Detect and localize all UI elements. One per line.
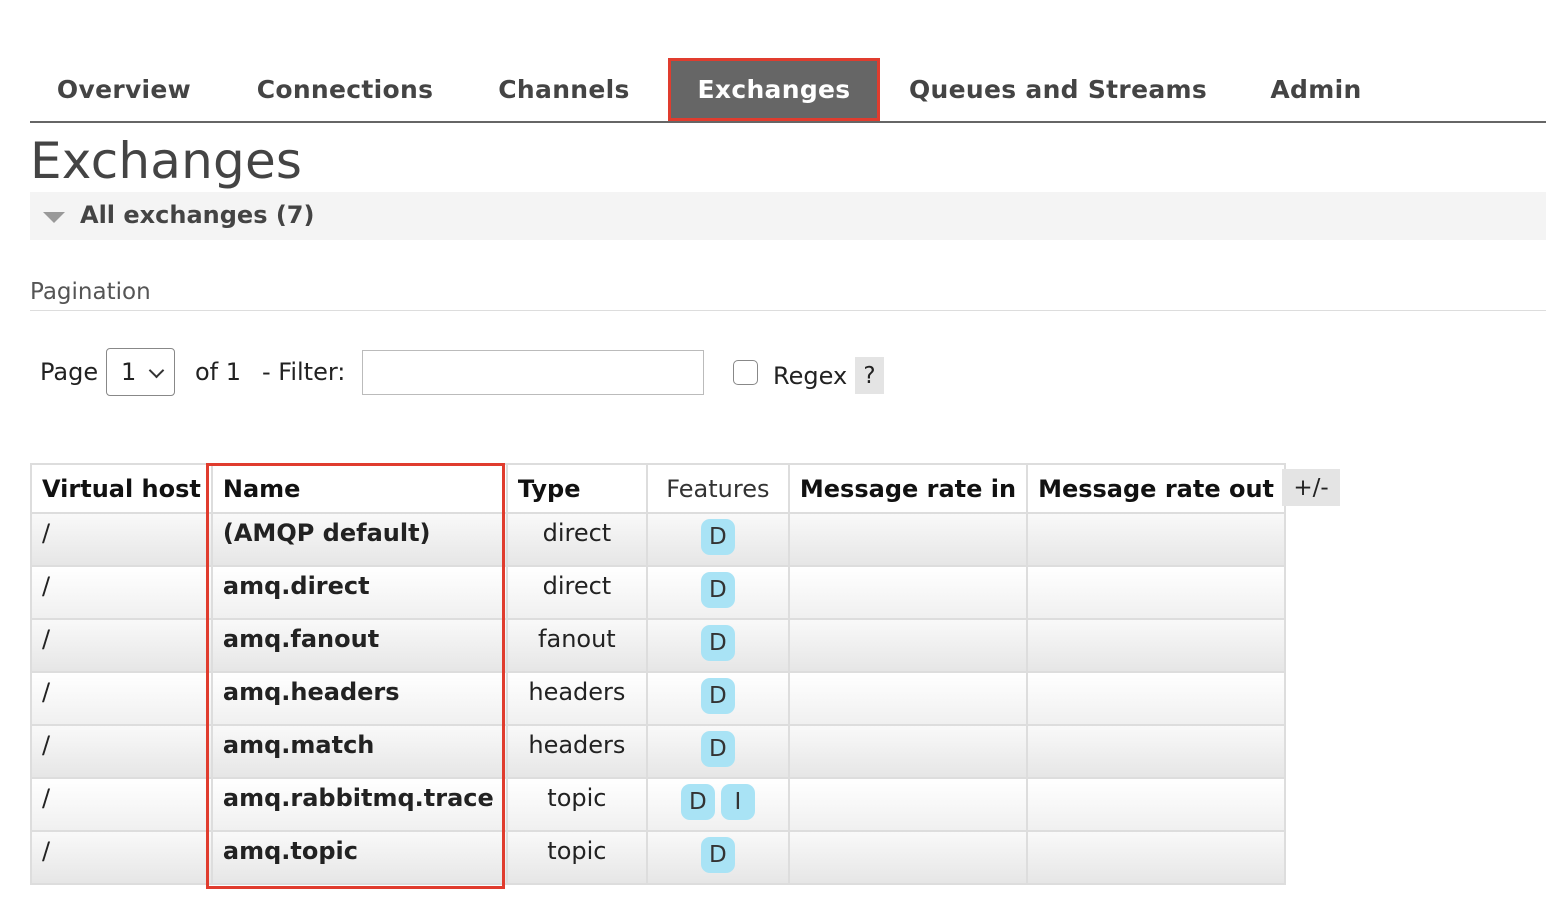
vhost-cell: / bbox=[30, 565, 213, 620]
exchange-name-link[interactable]: amq.topic bbox=[210, 830, 508, 885]
durable-badge: D bbox=[700, 519, 735, 555]
type-cell: headers bbox=[505, 671, 648, 726]
page-label: Page bbox=[40, 358, 99, 386]
table-row[interactable]: / (AMQP default) direct D bbox=[30, 512, 1286, 567]
durable-badge: D bbox=[680, 784, 715, 820]
rate-in-cell bbox=[787, 565, 1029, 620]
filter-input[interactable] bbox=[362, 350, 704, 395]
tab-connections[interactable]: Connections bbox=[240, 58, 450, 121]
exchange-name-link[interactable]: amq.headers bbox=[210, 671, 508, 726]
vhost-cell: / bbox=[30, 777, 213, 832]
page-select-value: 1 bbox=[121, 358, 137, 386]
table-row[interactable]: / amq.topic topic D bbox=[30, 830, 1286, 885]
regex-label: Regex bbox=[773, 362, 848, 390]
column-header-features: Features bbox=[645, 463, 790, 514]
column-header-type[interactable]: Type bbox=[505, 463, 648, 514]
type-cell: fanout bbox=[505, 618, 648, 673]
vhost-cell: / bbox=[30, 724, 213, 779]
durable-badge: D bbox=[700, 572, 735, 608]
features-cell: D bbox=[645, 671, 790, 726]
type-cell: direct bbox=[505, 565, 648, 620]
type-cell: headers bbox=[505, 724, 648, 779]
section-title: All exchanges (7) bbox=[80, 201, 315, 229]
toggle-columns-button[interactable]: +/- bbox=[1282, 469, 1340, 506]
page-select[interactable]: 1 bbox=[106, 348, 175, 396]
table-header-row: Virtual host Name Type Features Message … bbox=[30, 463, 1286, 514]
page-title: Exchanges bbox=[30, 132, 303, 190]
exchanges-table: Virtual host Name Type Features Message … bbox=[30, 463, 1286, 885]
features-cell: D bbox=[645, 565, 790, 620]
tab-queues-and-streams[interactable]: Queues and Streams bbox=[902, 58, 1214, 121]
tab-exchanges[interactable]: Exchanges bbox=[668, 58, 880, 121]
vhost-cell: / bbox=[30, 618, 213, 673]
page-count-label: of 1 bbox=[195, 358, 242, 386]
features-cell: DI bbox=[645, 777, 790, 832]
column-header-message-rate-out: Message rate out bbox=[1026, 463, 1286, 514]
exchange-name-link[interactable]: (AMQP default) bbox=[210, 512, 508, 567]
type-cell: topic bbox=[505, 830, 648, 885]
rate-in-cell bbox=[787, 618, 1029, 673]
durable-badge: D bbox=[700, 731, 735, 767]
rate-in-cell bbox=[787, 724, 1029, 779]
column-header-message-rate-in: Message rate in bbox=[787, 463, 1029, 514]
exchange-name-link[interactable]: amq.direct bbox=[210, 565, 508, 620]
rate-in-cell bbox=[787, 830, 1029, 885]
rate-out-cell bbox=[1026, 777, 1286, 832]
tab-channels[interactable]: Channels bbox=[475, 58, 653, 121]
pagination-divider bbox=[30, 310, 1546, 311]
durable-badge: D bbox=[700, 837, 735, 873]
internal-badge: I bbox=[720, 784, 755, 820]
durable-badge: D bbox=[700, 678, 735, 714]
table-row[interactable]: / amq.direct direct D bbox=[30, 565, 1286, 620]
durable-badge: D bbox=[700, 625, 735, 661]
table-row[interactable]: / amq.match headers D bbox=[30, 724, 1286, 779]
type-cell: direct bbox=[505, 512, 648, 567]
exchange-name-link[interactable]: amq.fanout bbox=[210, 618, 508, 673]
rate-out-cell bbox=[1026, 671, 1286, 726]
pagination-label: Pagination bbox=[30, 279, 151, 305]
column-header-virtual-host[interactable]: Virtual host bbox=[30, 463, 213, 514]
features-cell: D bbox=[645, 618, 790, 673]
table-row[interactable]: / amq.rabbitmq.trace topic DI bbox=[30, 777, 1286, 832]
collapse-triangle-icon bbox=[43, 212, 65, 223]
vhost-cell: / bbox=[30, 830, 213, 885]
rate-in-cell bbox=[787, 777, 1029, 832]
exchange-name-link[interactable]: amq.rabbitmq.trace bbox=[210, 777, 508, 832]
rate-out-cell bbox=[1026, 618, 1286, 673]
column-header-name[interactable]: Name bbox=[210, 463, 508, 514]
regex-checkbox[interactable] bbox=[733, 360, 758, 385]
tab-overview[interactable]: Overview bbox=[30, 58, 218, 121]
chevron-down-icon bbox=[148, 362, 165, 379]
exchange-name-link[interactable]: amq.match bbox=[210, 724, 508, 779]
rate-out-cell bbox=[1026, 830, 1286, 885]
main-nav: Overview Connections Channels Exchanges … bbox=[30, 58, 1546, 123]
rate-out-cell bbox=[1026, 724, 1286, 779]
rate-out-cell bbox=[1026, 512, 1286, 567]
rate-in-cell bbox=[787, 512, 1029, 567]
rate-in-cell bbox=[787, 671, 1029, 726]
filter-label: - Filter: bbox=[262, 358, 346, 386]
table-row[interactable]: / amq.fanout fanout D bbox=[30, 618, 1286, 673]
rate-out-cell bbox=[1026, 565, 1286, 620]
vhost-cell: / bbox=[30, 671, 213, 726]
type-cell: topic bbox=[505, 777, 648, 832]
features-cell: D bbox=[645, 830, 790, 885]
tab-admin[interactable]: Admin bbox=[1252, 58, 1380, 121]
regex-help-button[interactable]: ? bbox=[855, 357, 884, 394]
all-exchanges-toggle[interactable]: All exchanges (7) bbox=[30, 192, 1546, 240]
features-cell: D bbox=[645, 512, 790, 567]
table-row[interactable]: / amq.headers headers D bbox=[30, 671, 1286, 726]
vhost-cell: / bbox=[30, 512, 213, 567]
features-cell: D bbox=[645, 724, 790, 779]
